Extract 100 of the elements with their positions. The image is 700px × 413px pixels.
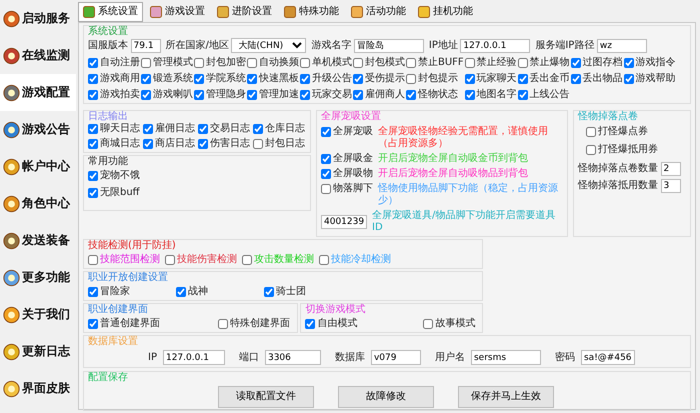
checkbox[interactable] — [253, 124, 263, 134]
text-field[interactable]: 2 — [660, 162, 680, 176]
checkbox[interactable] — [88, 287, 98, 297]
tab[interactable]: 挂机功能 — [413, 2, 478, 22]
field-label: 国服版本 — [88, 40, 128, 52]
checkbox[interactable] — [198, 124, 208, 134]
checkbox[interactable] — [518, 74, 528, 84]
checkbox[interactable] — [300, 90, 310, 100]
checkbox[interactable] — [242, 255, 252, 265]
checkbox[interactable] — [406, 58, 416, 68]
checkbox-label: 禁止经验 — [476, 57, 517, 69]
checkbox[interactable] — [305, 319, 316, 329]
tab[interactable]: 进阶设置 — [212, 2, 277, 22]
checkbox[interactable] — [194, 58, 204, 68]
checkbox[interactable] — [264, 287, 274, 297]
checkbox[interactable] — [321, 184, 331, 194]
checkbox[interactable] — [88, 319, 98, 329]
checkbox[interactable] — [624, 74, 634, 84]
tab-icon — [418, 6, 430, 18]
checkbox[interactable] — [218, 319, 228, 329]
checkbox[interactable] — [88, 139, 98, 149]
field-label: IP — [148, 352, 157, 364]
text-field[interactable]: 3 — [660, 179, 680, 193]
checkbox[interactable] — [88, 124, 98, 134]
checkbox[interactable] — [423, 319, 434, 329]
dropdown[interactable]: 大陆(CHN) — [231, 38, 306, 53]
checkbox[interactable] — [176, 287, 186, 297]
checkbox[interactable] — [464, 90, 475, 100]
checkbox[interactable] — [321, 169, 331, 179]
text-field[interactable]: sa!@#456 — [580, 350, 635, 365]
text-field[interactable]: 4001239 — [321, 215, 367, 229]
text-field[interactable]: v079 — [370, 350, 421, 365]
text-field[interactable]: 127.0.0.1 — [162, 350, 225, 365]
checkbox[interactable] — [194, 74, 204, 84]
checkbox[interactable] — [321, 154, 331, 164]
checkbox[interactable] — [624, 58, 634, 68]
checkbox-label: 丢出金币 — [530, 73, 570, 85]
tab[interactable]: 系统设置 — [78, 2, 143, 22]
text-field[interactable]: 79.1 — [130, 38, 160, 52]
checkbox[interactable] — [88, 58, 98, 68]
checkbox-label: 管理隐身 — [206, 89, 246, 101]
checkbox-label: 游戏拍卖 — [100, 89, 140, 101]
button[interactable]: 故障修改 — [338, 386, 434, 408]
checkbox[interactable] — [88, 188, 98, 198]
group-title: 常用功能 — [88, 156, 128, 168]
checkbox[interactable] — [464, 58, 475, 68]
checkbox[interactable] — [586, 145, 596, 155]
checkbox[interactable] — [88, 171, 98, 181]
checkbox[interactable] — [570, 58, 581, 68]
button[interactable]: 读取配置文件 — [218, 386, 314, 408]
group-title: 怪物掉落点卷 — [578, 111, 638, 123]
checkbox[interactable] — [300, 58, 310, 68]
checkbox[interactable] — [300, 74, 310, 84]
checkbox[interactable] — [143, 124, 153, 134]
tab[interactable]: 活动功能 — [346, 2, 411, 22]
checkbox[interactable] — [570, 74, 581, 84]
checkbox[interactable] — [198, 139, 208, 149]
checkbox[interactable] — [319, 255, 329, 265]
checkbox[interactable] — [586, 127, 596, 137]
checkbox[interactable] — [406, 90, 416, 100]
checkbox[interactable] — [88, 90, 98, 100]
tab[interactable]: 特殊功能 — [279, 2, 344, 22]
checkbox[interactable] — [247, 90, 257, 100]
checkbox[interactable] — [141, 58, 151, 68]
checkbox[interactable] — [88, 74, 98, 84]
checkbox-label: 封包提示 — [418, 73, 458, 85]
sidebar-item[interactable]: 游戏配置 — [0, 74, 76, 111]
checkbox[interactable] — [353, 90, 363, 100]
checkbox-label: 打怪爆点券 — [598, 126, 648, 138]
text-field[interactable]: 127.0.0.1 — [460, 38, 530, 52]
field-label: 端口 — [238, 352, 259, 364]
checkbox-label: 无限buff — [100, 187, 140, 199]
tab-icon — [351, 6, 363, 18]
checkbox-label: 冒险家 — [100, 286, 130, 298]
checkbox[interactable] — [247, 74, 257, 84]
checkbox[interactable] — [141, 90, 151, 100]
checkbox[interactable] — [464, 74, 475, 84]
checkbox-label: 锻造系统 — [153, 73, 193, 85]
checkbox[interactable] — [353, 74, 363, 84]
checkbox[interactable] — [143, 139, 153, 149]
text-field[interactable]: sersms — [470, 350, 541, 365]
checkbox[interactable] — [518, 58, 528, 68]
text-field[interactable]: 3306 — [264, 350, 321, 365]
text-field[interactable]: wz — [596, 38, 647, 52]
checkbox[interactable] — [247, 58, 257, 68]
tab-icon — [150, 6, 162, 18]
checkbox[interactable] — [518, 90, 528, 100]
checkbox[interactable] — [321, 127, 331, 137]
checkbox[interactable] — [406, 74, 416, 84]
checkbox-label: 攻击数量检测 — [254, 254, 314, 266]
text-field[interactable]: 冒险岛 — [354, 38, 424, 52]
checkbox[interactable] — [194, 90, 204, 100]
checkbox[interactable] — [353, 58, 363, 68]
checkbox-label: 地图名字 — [476, 89, 517, 101]
checkbox[interactable] — [165, 255, 175, 265]
checkbox[interactable] — [88, 255, 98, 265]
button[interactable]: 保存并马上生效 — [458, 386, 554, 408]
checkbox[interactable] — [253, 139, 263, 149]
tab[interactable]: 游戏设置 — [145, 2, 210, 22]
checkbox[interactable] — [141, 74, 151, 84]
